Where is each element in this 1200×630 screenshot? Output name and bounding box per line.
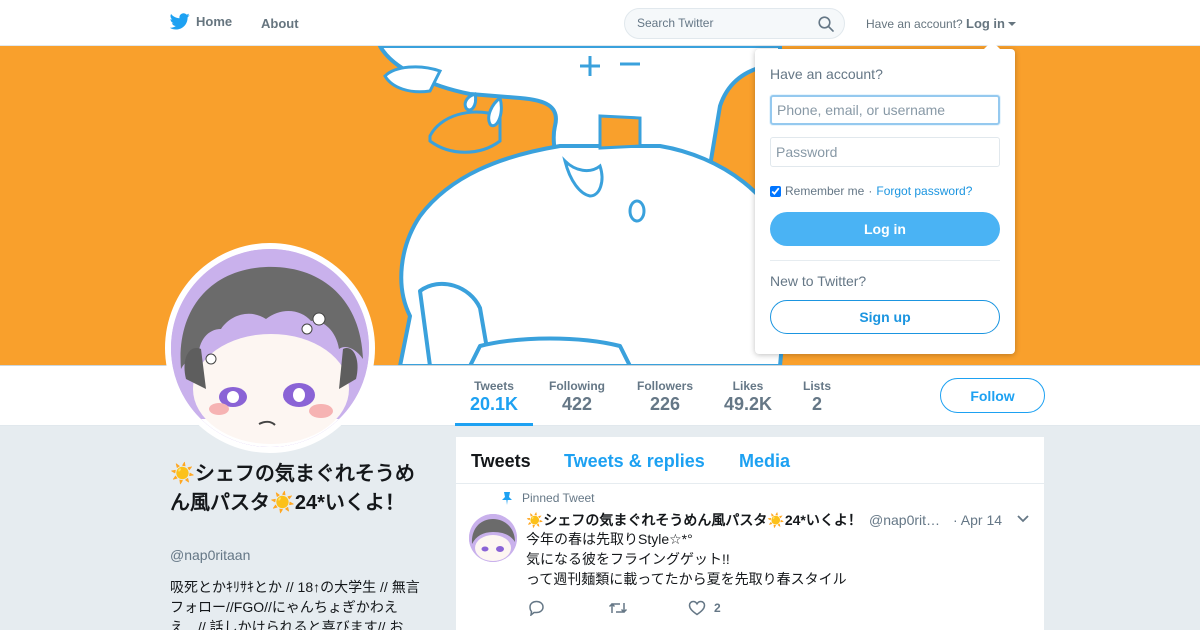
stat-value: 422	[561, 394, 593, 414]
nav-home-link[interactable]: Home	[170, 13, 232, 30]
stat-label: Followers	[636, 379, 693, 393]
login-dropdown-title: Have an account?	[770, 66, 883, 82]
new-to-twitter-text: New to Twitter?	[770, 273, 867, 289]
like-button[interactable]: 2	[688, 600, 721, 616]
password-field[interactable]	[770, 137, 1000, 167]
tweet-text: 今年の春は先取りStyle☆*° 気になる彼をフライングゲット!! って週刊麺類…	[526, 529, 847, 589]
pinned-text: Pinned Tweet	[522, 491, 595, 505]
profile-bio: 吸死とかｷﾘｻｷとか // 18↑の大学生 // 無言フォロー//FGO//にゃ…	[170, 579, 420, 630]
caret-down-icon	[1008, 21, 1016, 26]
twitter-bird-icon	[170, 13, 190, 30]
timeline-tabs: Tweets Tweets & replies Media	[456, 437, 1044, 484]
tweet-author-handle[interactable]: @nap0rit…	[869, 512, 940, 528]
pinned-tweet-label: Pinned Tweet	[502, 491, 595, 505]
stat-label: Following	[549, 379, 605, 393]
remember-me-row: Remember me · Forgot password?	[770, 184, 972, 198]
pin-icon	[502, 491, 512, 505]
stat-value: 20.1K	[469, 394, 519, 414]
login-button[interactable]: Log in	[770, 212, 1000, 246]
profile-avatar[interactable]	[165, 243, 375, 453]
login-dropdown: Have an account? Remember me · Forgot pa…	[755, 41, 1015, 354]
reply-button[interactable]	[528, 600, 608, 616]
nav-home-label: Home	[196, 14, 233, 29]
login-link-label: Log in	[966, 16, 1005, 31]
profile-handle[interactable]: @nap0ritaan	[170, 547, 250, 563]
stat-likes[interactable]: Likes 49.2K	[718, 366, 778, 426]
nav-about-link[interactable]: About	[261, 16, 299, 31]
chevron-down-icon[interactable]	[1017, 515, 1029, 523]
divider	[770, 260, 1000, 261]
signup-button[interactable]: Sign up	[770, 300, 1000, 334]
retweet-button[interactable]	[608, 600, 688, 616]
stat-value: 49.2K	[723, 394, 773, 414]
tweet-actions: 2	[528, 600, 721, 616]
retweet-icon	[608, 602, 628, 614]
stat-tweets[interactable]: Tweets 20.1K	[455, 366, 533, 426]
top-navigation-bar: Home About Have an account? Log in	[0, 0, 1200, 46]
stat-value: 2	[811, 394, 822, 414]
stat-followers[interactable]: Followers 226	[630, 366, 700, 426]
remember-me-checkbox[interactable]	[770, 185, 781, 197]
username-field[interactable]	[770, 95, 1000, 125]
tab-tweets[interactable]: Tweets	[471, 451, 531, 472]
search-input[interactable]	[637, 16, 807, 30]
stat-value: 226	[649, 394, 681, 414]
forgot-password-link[interactable]: Forgot password?	[876, 184, 972, 198]
tweet-author-avatar[interactable]	[469, 514, 517, 562]
login-dropdown-toggle[interactable]: Log in	[966, 16, 1016, 31]
timeline: Tweets Tweets & replies Media Pinned Twe…	[456, 437, 1044, 630]
tweet-line: 今年の春は先取りStyle☆*°	[526, 531, 693, 547]
have-account-text: Have an account?	[866, 17, 963, 31]
tab-media[interactable]: Media	[739, 451, 790, 472]
tweet-line: 気になる彼をフライングゲット!!	[526, 551, 730, 567]
search-box	[624, 8, 845, 39]
stat-label: Lists	[802, 379, 831, 393]
stat-following[interactable]: Following 422	[543, 366, 611, 426]
reply-icon	[529, 600, 544, 616]
separator-dot: ·	[868, 184, 873, 198]
like-count: 2	[714, 601, 721, 615]
remember-me-label[interactable]: Remember me	[785, 184, 864, 198]
stat-label: Tweets	[474, 379, 514, 393]
search-icon[interactable]	[818, 16, 834, 32]
follow-button[interactable]: Follow	[940, 378, 1045, 413]
stat-label: Likes	[732, 379, 764, 393]
stat-lists[interactable]: Lists 2	[797, 366, 837, 426]
heart-icon	[688, 600, 706, 616]
profile-display-name: ☀️シェフの気まぐれそうめん風パスタ☀️24*いくよ！	[170, 463, 415, 514]
tab-tweets-and-replies[interactable]: Tweets & replies	[564, 451, 705, 472]
tweet-timestamp[interactable]: · Apr 14	[953, 512, 1002, 528]
tweet-author-name[interactable]: ☀️シェフの気まぐれそうめん風パスタ☀️24*いくよ！	[526, 510, 862, 530]
avatar-image	[171, 249, 369, 447]
tweet-line: って週刊麺類に載ってたから夏を先取り春スタイル	[526, 571, 847, 587]
